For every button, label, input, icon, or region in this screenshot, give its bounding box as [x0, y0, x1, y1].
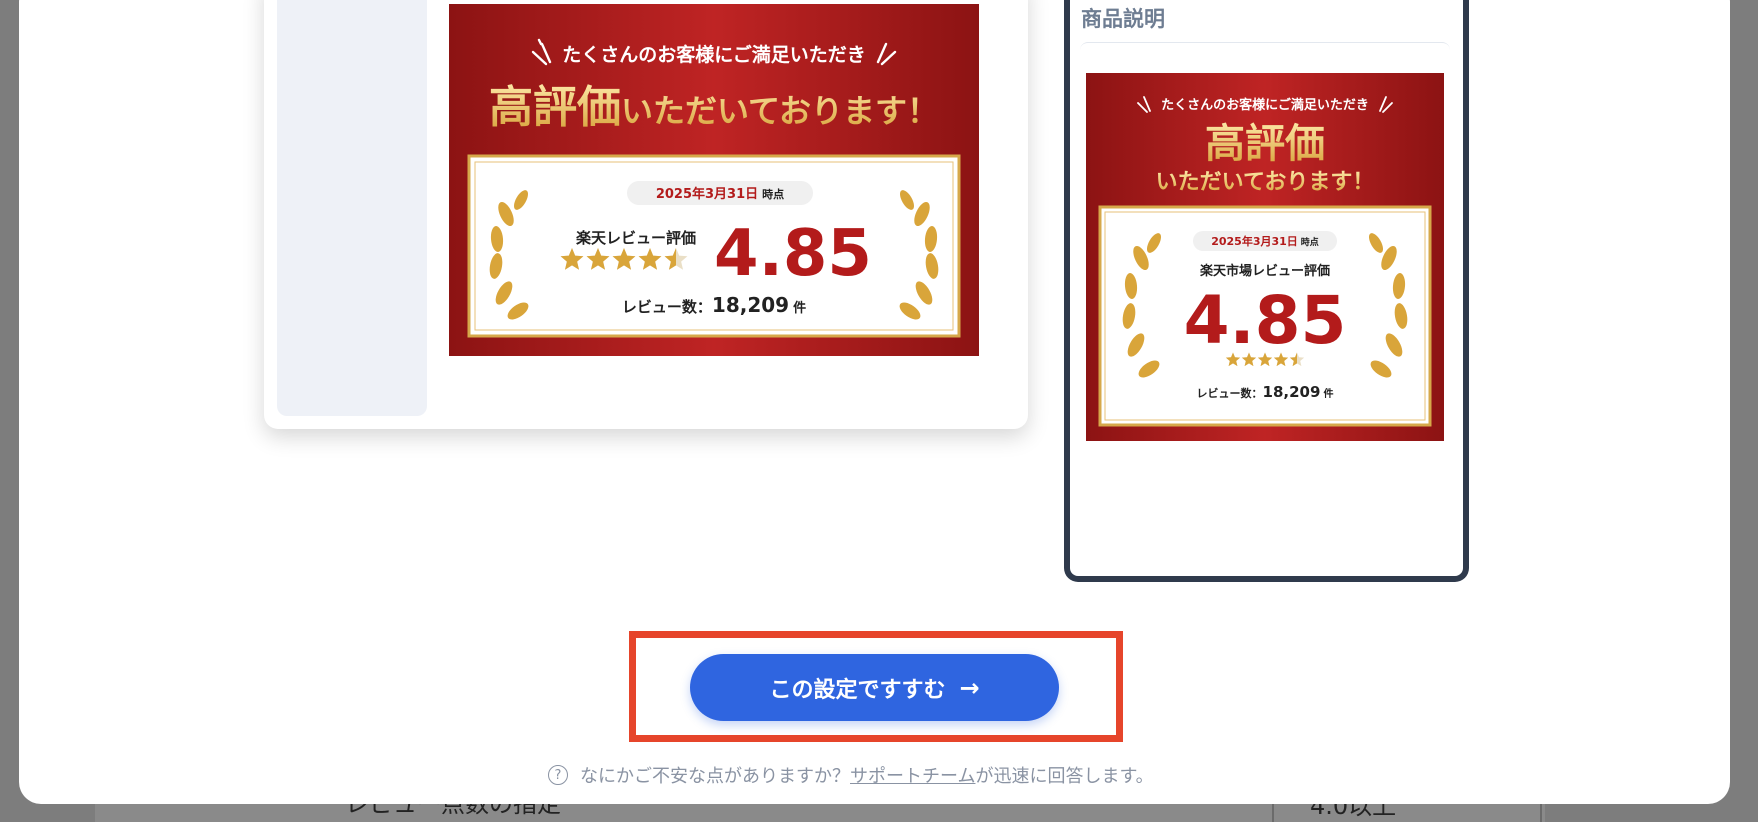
proceed-button-label: この設定ですすむ	[769, 677, 946, 703]
question-circle-icon: ?	[548, 765, 568, 785]
banner-headline-small: たくさんのお客様にご満足いただき	[1161, 97, 1369, 113]
mobile-preview-frame: 商品説明 たくさんのお客様にご満足いただき 高評価 いただいております！ 202…	[1064, 0, 1469, 582]
banner-rating-label: 楽天レビュー評価	[576, 229, 696, 247]
banner-date: 2025年3月31日 時点	[656, 186, 784, 202]
banner-rating-value: 4.85	[714, 217, 872, 291]
desktop-preview-card: たくさんのお客様にご満足いただき 高評価いただいております！ 2025年3月31…	[264, 0, 1028, 429]
banner-headline-small: たくさんのお客様にご満足いただき	[562, 43, 866, 66]
review-banner-mobile: たくさんのお客様にご満足いただき 高評価 いただいております！ 2025年3月3…	[1086, 73, 1444, 441]
product-description-heading: 商品説明	[1081, 7, 1165, 31]
help-message: ? なにかご不安な点がありますか？ サポートチーム が迅速に回答します。	[548, 762, 1154, 788]
arrow-right-icon: →	[959, 673, 980, 702]
banner-rating-label: 楽天市場レビュー評価	[1199, 263, 1330, 279]
help-text-after: が迅速に回答します。	[975, 766, 1154, 787]
support-team-link[interactable]: サポートチーム	[850, 762, 975, 788]
preview-modal: たくさんのお客様にご満足いただき 高評価いただいております！ 2025年3月31…	[19, 0, 1730, 804]
mobile-image-container: たくさんのお客様にご満足いただき 高評価 いただいております！ 2025年3月3…	[1080, 42, 1450, 441]
review-banner-desktop: たくさんのお客様にご満足いただき 高評価いただいております！ 2025年3月31…	[449, 4, 979, 356]
proceed-button[interactable]: この設定ですすむ →	[690, 654, 1059, 721]
help-text-before: なにかご不安な点がありますか？	[580, 766, 850, 787]
thumbnail-rail	[277, 0, 427, 416]
banner-headline-big: 高評価	[1205, 121, 1325, 167]
banner-headline-sub: いただいております！	[1156, 170, 1375, 195]
banner-rating-value: 4.85	[1184, 282, 1347, 359]
